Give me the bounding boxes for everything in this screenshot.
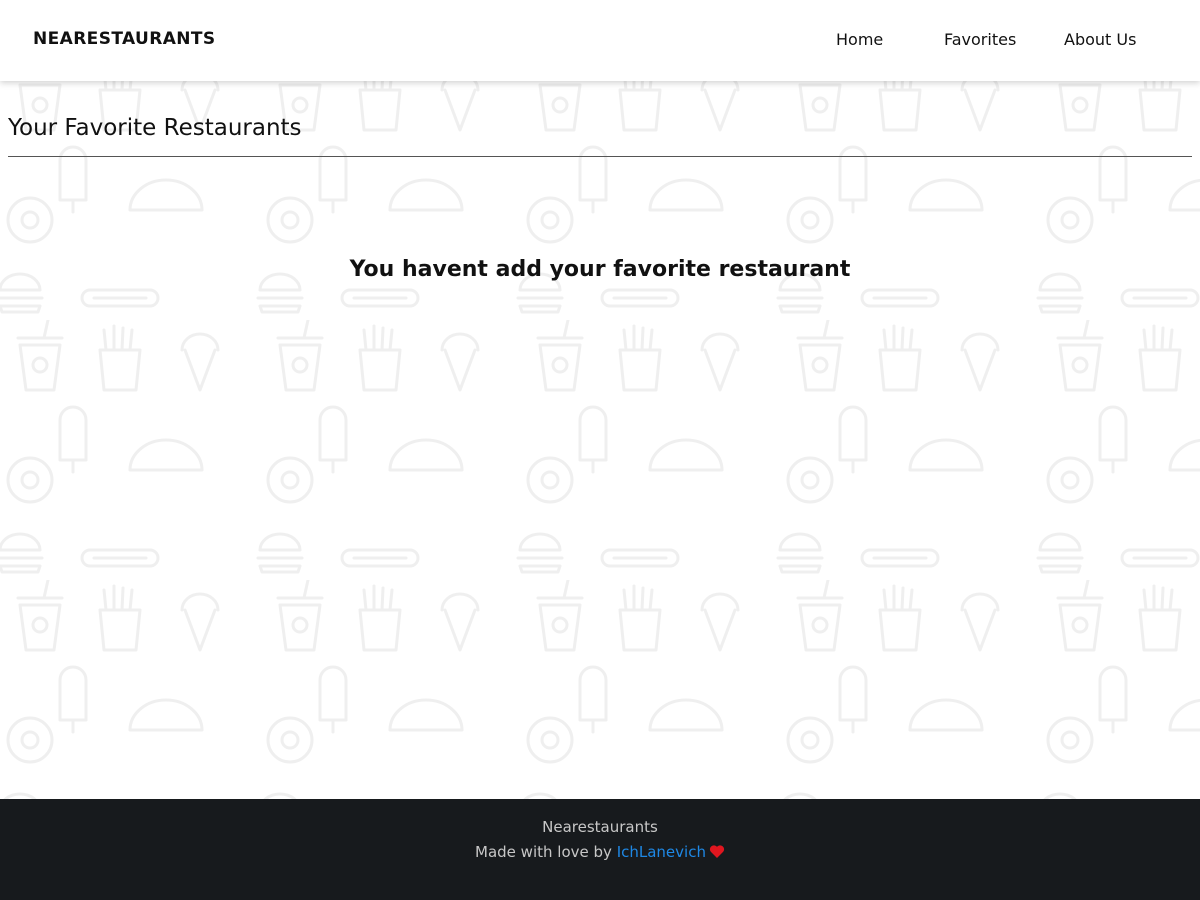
nav-link-home[interactable]: Home [836, 30, 883, 49]
brand-logo[interactable]: NEARESTAURANTS [33, 29, 216, 49]
navbar: NEARESTAURANTS Home Favorites About Us [0, 0, 1200, 81]
page-title: Your Favorite Restaurants [8, 115, 302, 141]
footer-credit-text: Made with love by [475, 843, 612, 861]
nav-link-favorites[interactable]: Favorites [944, 30, 1016, 49]
author-link[interactable]: IchLanevich [617, 843, 706, 861]
heart-icon [709, 845, 725, 858]
footer-credit: Made with love by IchLanevich [0, 843, 1200, 861]
title-divider [8, 156, 1192, 157]
main-content: Your Favorite Restaurants You havent add… [0, 81, 1200, 799]
empty-state-message: You havent add your favorite restaurant [349, 257, 851, 282]
nav-link-about-us[interactable]: About Us [1064, 30, 1136, 49]
footer-site-name: Nearestaurants [542, 818, 658, 836]
footer: Nearestaurants Made with love by IchLane… [0, 799, 1200, 900]
